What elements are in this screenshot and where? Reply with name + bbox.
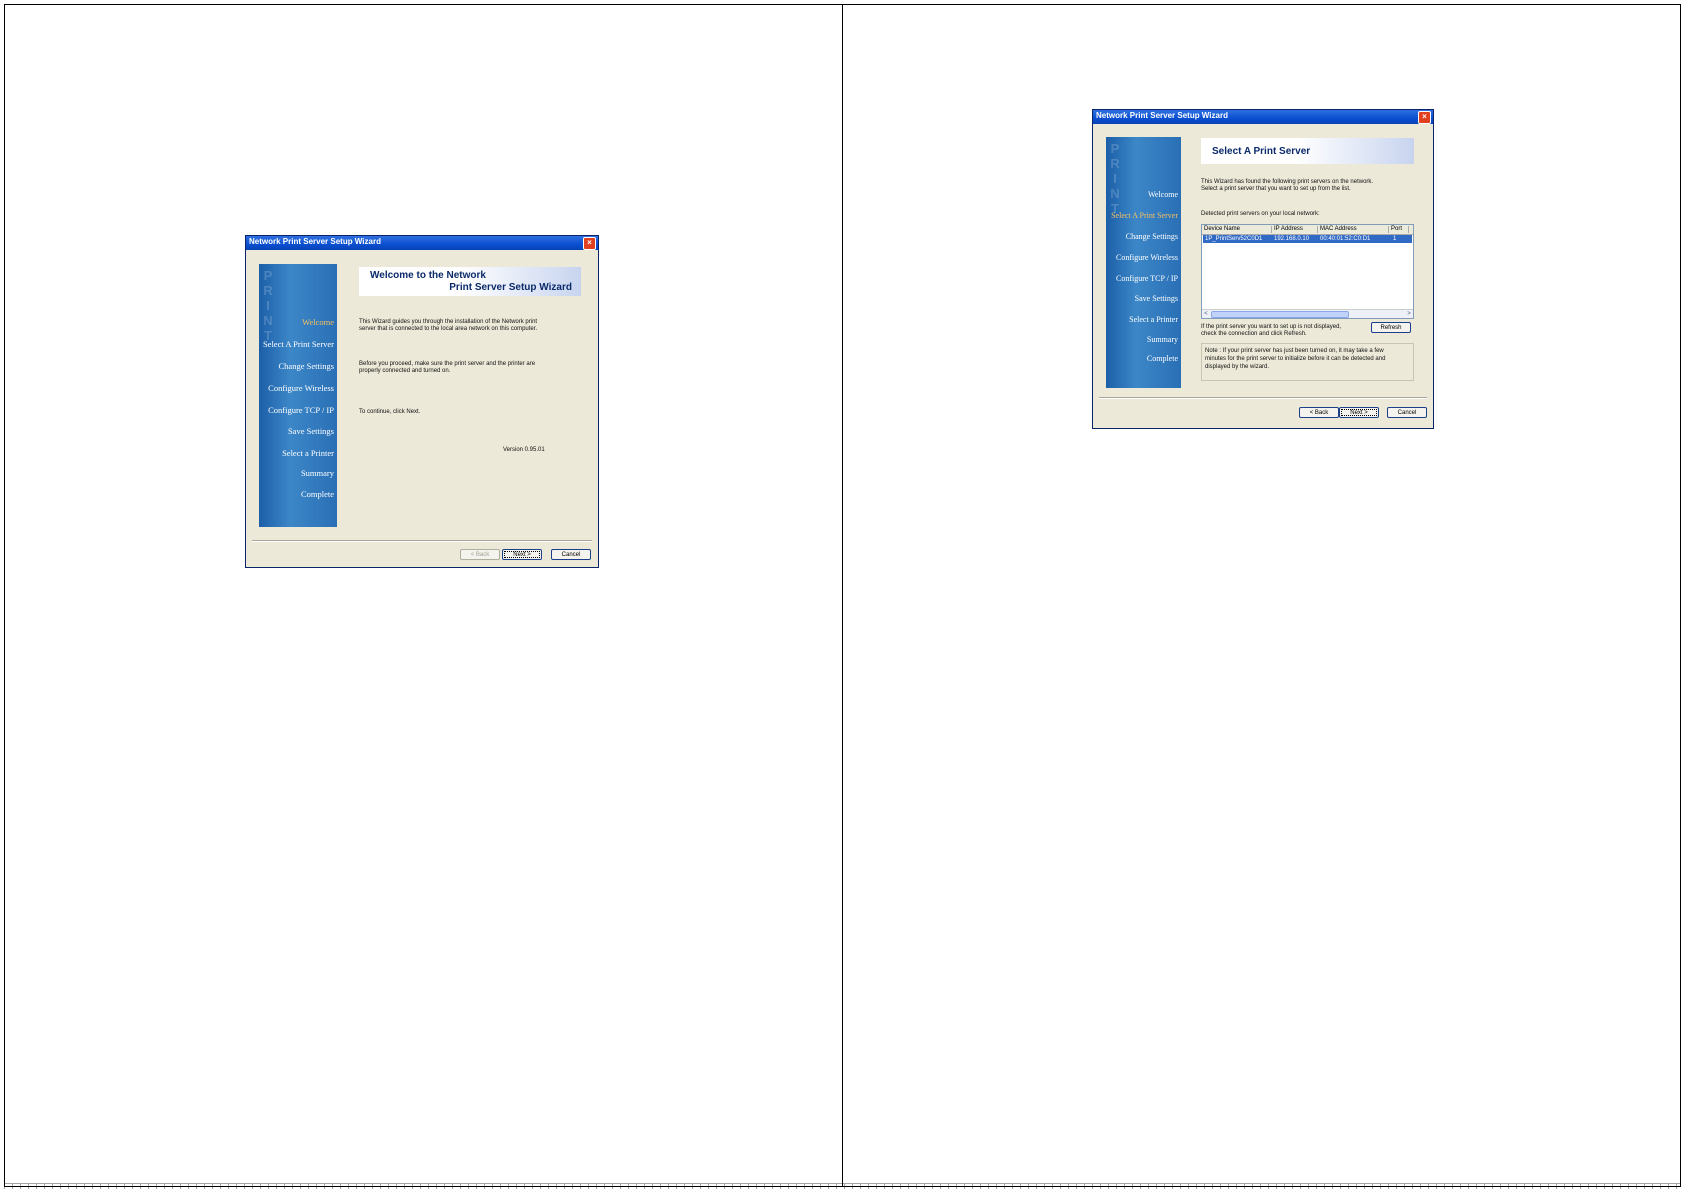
- horizontal-scrollbar[interactable]: < >: [1202, 309, 1413, 318]
- page-title-line1: Welcome to the Network: [370, 270, 486, 281]
- sidebar-step-select-printer: Select a Printer: [282, 448, 334, 458]
- sidebar-step-summary: Summary: [1146, 335, 1178, 344]
- cell-device-name: 1P_PrintServ52C0D1: [1205, 236, 1263, 242]
- sidebar-watermark: PRINT: [263, 268, 273, 343]
- window-title: Network Print Server Setup Wizard: [1096, 111, 1228, 120]
- note-text-line3: displayed by the wizard.: [1205, 364, 1270, 370]
- list-header: Device Name IP Address MAC Address Port: [1202, 225, 1413, 235]
- close-icon[interactable]: ×: [583, 237, 596, 250]
- cancel-button[interactable]: Cancel: [1387, 407, 1427, 418]
- page-divider: [842, 4, 843, 1187]
- wizard-window-select-server: Network Print Server Setup Wizard × PRIN…: [1092, 109, 1434, 429]
- note-text-line2: minutes for the print server to initiali…: [1205, 356, 1386, 362]
- sidebar-step-save-settings: Save Settings: [1134, 294, 1178, 303]
- sidebar-step-summary: Summary: [300, 468, 334, 478]
- scroll-thumb[interactable]: [1211, 311, 1349, 318]
- sidebar-step-select-print-server: Select A Print Server: [262, 339, 334, 349]
- cell-port: 1: [1393, 236, 1397, 242]
- sidebar-step-welcome: Welcome: [302, 317, 334, 327]
- wizard-window-welcome: Network Print Server Setup Wizard × PRIN…: [245, 235, 599, 568]
- detected-label: Detected print servers on your local net…: [1201, 211, 1320, 217]
- note-box: Note : If your print server has just bee…: [1201, 343, 1414, 381]
- sidebar-step-select-print-server: Select A Print Server: [1111, 211, 1178, 220]
- page-header: Select A Print Server: [1201, 138, 1414, 164]
- cell-ip-address: 192.168.0.10: [1274, 236, 1310, 242]
- window-title: Network Print Server Setup Wizard: [249, 237, 381, 246]
- intro-text-line2: server that is connected to the local ar…: [359, 326, 538, 332]
- not-displayed-text-line2: check the connection and click Refresh.: [1201, 331, 1307, 337]
- bottom-ruler: [4, 1183, 1681, 1189]
- note-text-line1: Note : If your print server has just bee…: [1205, 348, 1384, 354]
- column-device-name[interactable]: Device Name: [1202, 226, 1272, 233]
- sidebar-step-configure-wireless: Configure Wireless: [268, 383, 334, 393]
- page-title-line2: Print Server Setup Wizard: [449, 282, 572, 293]
- sidebar-step-change-settings: Change Settings: [1125, 232, 1178, 241]
- sidebar-step-select-printer: Select a Printer: [1129, 315, 1178, 324]
- refresh-button[interactable]: Refresh: [1371, 322, 1411, 333]
- back-button[interactable]: < Back: [460, 549, 500, 560]
- sidebar-step-configure-tcp-ip: Configure TCP / IP: [268, 405, 334, 415]
- version-text: Version 0.95.01: [503, 447, 545, 453]
- print-server-list[interactable]: Device Name IP Address MAC Address Port …: [1201, 224, 1414, 319]
- sidebar-step-complete: Complete: [300, 489, 334, 499]
- wizard-sidebar: PRINT Welcome Select A Print Server Chan…: [1106, 137, 1181, 388]
- title-bar[interactable]: Network Print Server Setup Wizard ×: [1093, 110, 1433, 124]
- continue-text: To continue, click Next.: [359, 409, 421, 415]
- column-mac-address[interactable]: MAC Address: [1318, 226, 1389, 233]
- next-button[interactable]: Next >: [1339, 407, 1379, 418]
- page-header: Welcome to the Network Print Server Setu…: [359, 267, 581, 296]
- wizard-sidebar: PRINT Welcome Select A Print Server Chan…: [259, 264, 337, 527]
- sidebar-step-save-settings: Save Settings: [287, 426, 334, 436]
- sidebar-step-configure-tcp-ip: Configure TCP / IP: [1115, 274, 1178, 283]
- back-button[interactable]: < Back: [1299, 407, 1339, 418]
- title-bar[interactable]: Network Print Server Setup Wizard ×: [246, 236, 598, 250]
- sidebar-step-welcome: Welcome: [1147, 190, 1178, 199]
- next-button[interactable]: Next >: [502, 549, 542, 560]
- found-text-line2: Select a print server that you want to s…: [1201, 186, 1351, 192]
- proceed-text-line2: properly connected and turned on.: [359, 368, 451, 374]
- cancel-button[interactable]: Cancel: [551, 549, 591, 560]
- cell-mac-address: 00:40:01:52:C0:D1: [1320, 236, 1371, 242]
- column-ip-address[interactable]: IP Address: [1272, 226, 1318, 233]
- sidebar-step-complete: Complete: [1146, 354, 1178, 363]
- button-separator: [252, 540, 592, 542]
- button-separator: [1099, 397, 1427, 399]
- scroll-left-icon[interactable]: <: [1202, 310, 1210, 318]
- sidebar-step-configure-wireless: Configure Wireless: [1116, 253, 1178, 262]
- column-port[interactable]: Port: [1389, 226, 1409, 233]
- table-row[interactable]: 1P_PrintServ52C0D1 192.168.0.10 00:40:01…: [1203, 235, 1412, 243]
- close-icon[interactable]: ×: [1418, 111, 1431, 124]
- sidebar-watermark: PRINT: [1110, 141, 1120, 216]
- scroll-right-icon[interactable]: >: [1405, 310, 1413, 318]
- sidebar-step-change-settings: Change Settings: [278, 361, 334, 371]
- page-title: Select A Print Server: [1212, 146, 1311, 157]
